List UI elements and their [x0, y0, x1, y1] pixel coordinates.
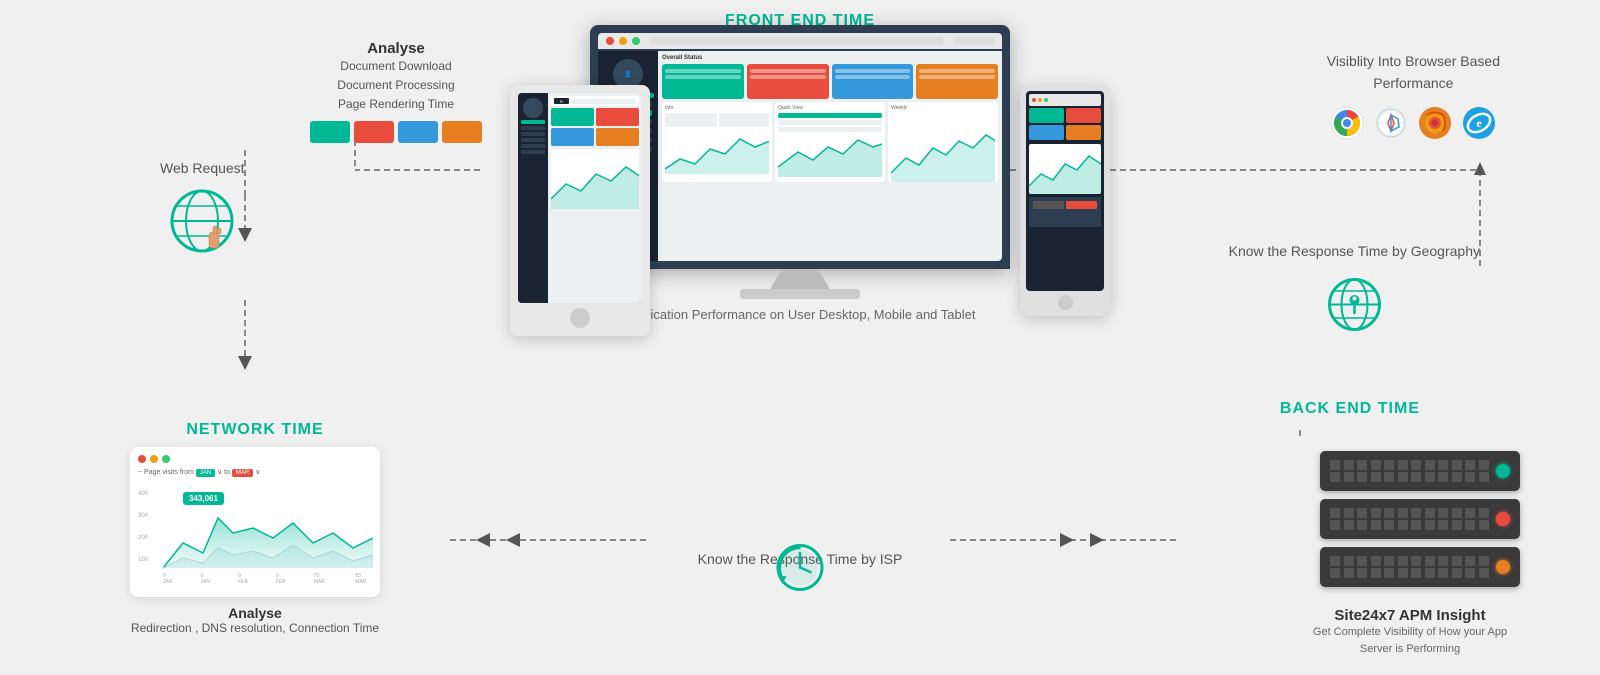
mobile-top-bar	[1029, 94, 1101, 106]
dot-red	[606, 37, 614, 45]
mobile-screen	[1026, 91, 1104, 291]
stat-card-red	[747, 64, 829, 99]
server-unit-3	[1320, 547, 1520, 587]
bar-red	[354, 121, 394, 143]
mar-badge: MAR	[232, 469, 253, 477]
chart-box-1: Info	[662, 102, 772, 182]
chart-box-3: Weekly	[888, 102, 998, 182]
analyse-bottom-sub: Redirection , DNS resolution, Connection…	[130, 621, 380, 635]
monitor-area: 👤 Overall Status	[570, 25, 1030, 322]
tablet-stat-row-2	[551, 128, 639, 146]
dot-green	[632, 37, 640, 45]
tablet-main: R	[548, 93, 642, 303]
visibility-section: Visiblity Into Browser BasedPerformance	[1327, 50, 1500, 141]
monitor-screen: 👤 Overall Status	[598, 51, 1002, 261]
monitor-top-bar	[598, 33, 1002, 49]
monitor-base	[740, 289, 860, 299]
site247-sub: Get Complete Visibility of How your App …	[1300, 624, 1520, 657]
bar-orange	[442, 121, 482, 143]
dot-yellow	[619, 37, 627, 45]
geography-globe-icon	[1322, 272, 1387, 337]
server-indicator-orange	[1496, 560, 1510, 574]
safari-icon	[1373, 105, 1409, 141]
svg-text:e: e	[1477, 116, 1483, 130]
mobile-device	[1020, 85, 1110, 316]
tablet-sidebar	[518, 93, 548, 303]
clock-icon	[773, 540, 828, 600]
analyse-bottom-section: Analyse Redirection , DNS resolution, Co…	[130, 605, 380, 635]
nav-icon-area	[954, 37, 994, 45]
mac-dot-red	[138, 455, 146, 463]
chart-box-2: Quick View	[775, 102, 885, 182]
chart-mac-dots	[138, 455, 372, 463]
analyse-bottom-title: Analyse	[130, 605, 380, 621]
network-time-area: NETWORK TIME ~ Page visits from JAN ∨ to…	[130, 421, 380, 635]
site247-caption: Site24x7 APM Insight Get Complete Visibi…	[1300, 607, 1520, 657]
analyse-top-sub: Document DownloadDocument ProcessingPage…	[310, 57, 482, 115]
server-indicator-red	[1496, 512, 1510, 526]
chart-header: ~ Page visits from JAN ∨ to MAR ∨	[138, 468, 372, 477]
response-geography-text: Know the Response Time by Geography	[1229, 240, 1480, 262]
x-axis-labels: 0 JAN0 JAN0 FEB0 FEB75 MAR83 MAR	[163, 573, 372, 585]
chart-area: 400300200100 343,061	[138, 483, 372, 573]
visibility-text: Visiblity Into Browser BasedPerformance	[1327, 50, 1500, 95]
back-end-time-section: BACK END TIME	[1280, 400, 1420, 426]
browser-icons: e	[1327, 105, 1500, 141]
mobile-chart	[1029, 144, 1101, 194]
stat-card-orange	[916, 64, 998, 99]
stats-row-1	[662, 64, 998, 99]
bar-blue	[398, 121, 438, 143]
stat-card-green	[662, 64, 744, 99]
tablet-screen: R	[518, 93, 642, 303]
firefox-icon	[1417, 105, 1453, 141]
back-end-time-label: BACK END TIME	[1280, 400, 1420, 418]
network-chart: ~ Page visits from JAN ∨ to MAR ∨ 400300…	[130, 447, 380, 597]
network-time-label: NETWORK TIME	[130, 421, 380, 439]
server-grid-1	[1330, 460, 1490, 482]
chrome-icon	[1329, 105, 1365, 141]
mobile-stat-row-2	[1029, 125, 1101, 140]
site247-title: Site24x7 APM Insight	[1300, 607, 1520, 624]
stat-card-blue	[832, 64, 914, 99]
bar-green	[310, 121, 350, 143]
screen-bottom: Info	[662, 102, 998, 182]
analyse-top-title: Analyse	[310, 40, 482, 57]
tablet-stat-row	[551, 108, 639, 126]
server-unit-2	[1320, 499, 1520, 539]
jan-badge: JAN	[196, 469, 215, 477]
server-indicator-green	[1496, 464, 1510, 478]
server-grid-2	[1330, 508, 1490, 530]
globe-icon	[167, 186, 237, 256]
address-bar	[650, 37, 944, 45]
monitor-stand	[770, 269, 830, 289]
response-geography-section: Know the Response Time by Geography	[1229, 240, 1480, 337]
server-unit-1	[1320, 451, 1520, 491]
diagram-container: FRONT END TIME 👤	[0, 0, 1600, 675]
tablet-device: R	[510, 85, 650, 336]
colour-bars	[310, 121, 482, 143]
screen-main: Overall Status	[658, 51, 1002, 261]
monitor: 👤 Overall Status	[590, 25, 1010, 269]
tablet-chart	[551, 149, 639, 209]
analyse-top-section: Analyse Document DownloadDocument Proces…	[310, 40, 482, 143]
servers-area	[1320, 451, 1520, 595]
web-request-area: Web Request	[160, 160, 245, 256]
mac-dot-green	[162, 455, 170, 463]
mobile-stat-row-1	[1029, 108, 1101, 123]
ie-icon: e	[1461, 105, 1497, 141]
mobile-dark-bar	[1029, 197, 1101, 227]
web-request-label: Web Request	[160, 160, 245, 176]
mac-dot-yellow	[150, 455, 158, 463]
server-grid-3	[1330, 556, 1490, 578]
